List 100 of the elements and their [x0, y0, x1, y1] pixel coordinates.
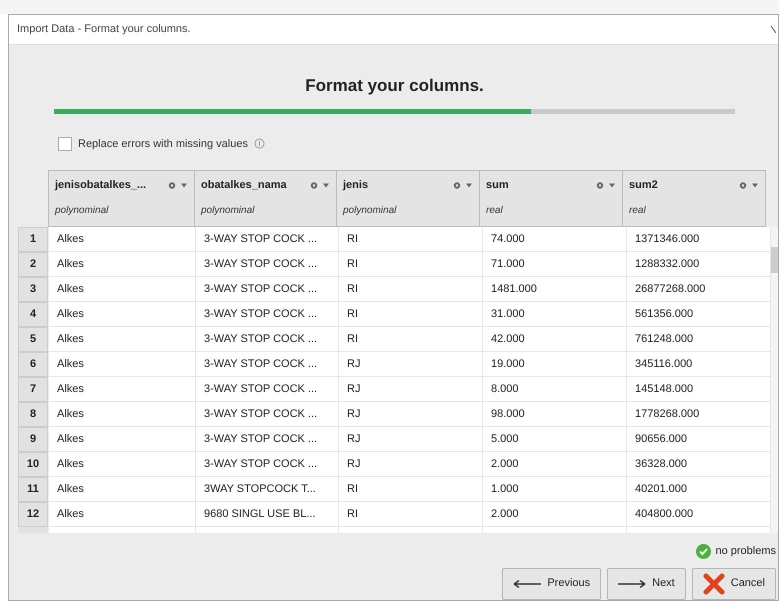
table-cell: 3-WAY STOP COCK ... [196, 327, 339, 352]
table-cell: 3-WAY STOP COCK ... [196, 227, 339, 252]
column-type: polynominal [343, 204, 398, 218]
table-cell: 145148.000 [627, 377, 771, 402]
table-cell: 2.000 [483, 452, 627, 477]
column-name: obatalkes_nama [201, 178, 287, 193]
row-number: 11 [18, 477, 48, 502]
gear-dropdown-icon[interactable] [453, 180, 473, 190]
table-cell: 1481.000 [483, 277, 627, 302]
info-icon [254, 138, 265, 150]
gear-dropdown-icon[interactable] [739, 180, 759, 190]
table-cell: RJ [339, 427, 483, 452]
table-cell: Alkes [49, 427, 196, 452]
column-header[interactable]: jenis polynominal [336, 170, 480, 227]
table-cell: 71.000 [483, 252, 627, 277]
table-cell: Alkes [49, 377, 196, 402]
table-cell: Alkes [49, 352, 196, 377]
row-number: 4 [18, 302, 48, 327]
row-number: 5 [18, 327, 48, 352]
row-number: 10 [18, 452, 48, 477]
table-cell: 3-WAY STOP COCK ... [196, 377, 339, 402]
table-cell: RJ [339, 402, 483, 427]
table-cell: 36328.000 [627, 452, 771, 477]
step-heading: Format your columns. [305, 75, 484, 97]
table-cell: RJ [339, 452, 483, 477]
gear-dropdown-icon[interactable] [168, 180, 188, 190]
table-cell: Alkes [49, 277, 196, 302]
column-type: real [486, 204, 504, 218]
table-cell: 3-WAY STOP COCK ... [196, 352, 339, 377]
column-type: real [629, 204, 647, 218]
previous-button[interactable]: Previous [502, 568, 602, 600]
table-cell: 345116.000 [627, 352, 771, 377]
table-cell: RJ [339, 377, 483, 402]
table-cell: 1778268.000 [627, 402, 771, 427]
column-type: polynominal [201, 204, 256, 218]
column-name: jenisobatalkes_... [55, 178, 146, 193]
table-cell: 19.000 [483, 352, 627, 377]
row-number: 2 [18, 252, 48, 277]
column-name: sum [486, 178, 509, 193]
table-cell: 3-WAY STOP COCK ... [196, 452, 339, 477]
table-cell: RJ [339, 352, 483, 377]
table-cell: RI [339, 277, 483, 302]
column-name: sum2 [629, 178, 658, 193]
table-cell: 3-WAY STOP COCK ... [196, 277, 339, 302]
table-cell: Alkes [49, 227, 196, 252]
gear-dropdown-icon[interactable] [596, 180, 616, 190]
table-cell: RI [339, 327, 483, 352]
table-cell: 5.000 [483, 427, 627, 452]
row-number: 12 [18, 502, 48, 527]
table-cell: 42.000 [483, 327, 627, 352]
table-cell: 98.000 [483, 402, 627, 427]
column-type: polynominal [55, 204, 110, 218]
table-cell: 2.000 [483, 502, 627, 527]
table-cell: 761248.000 [627, 327, 771, 352]
table-cell: 1371346.000 [627, 227, 771, 252]
row-number: 6 [18, 352, 48, 377]
table-cell: 9680 SINGL USE BL... [196, 502, 339, 527]
next-button[interactable]: Next [607, 568, 686, 600]
checkbox-label: Replace errors with missing values [78, 136, 248, 152]
table-cell: 1.000 [483, 477, 627, 502]
table-cell: 3-WAY STOP COCK ... [196, 252, 339, 277]
table-cell: Alkes [49, 302, 196, 327]
table-cell: 3-WAY STOP COCK ... [196, 302, 339, 327]
table-cell: RI [339, 477, 483, 502]
row-number: 8 [18, 402, 48, 427]
table-cell: Alkes [49, 452, 196, 477]
table-cell: Alkes [49, 252, 196, 277]
column-header[interactable]: sum real [479, 170, 623, 227]
arrow-left-icon [513, 580, 542, 588]
column-name: jenis [343, 178, 368, 193]
table-cell: 8.000 [483, 377, 627, 402]
column-header[interactable]: jenisobatalkes_... polynominal [48, 170, 195, 227]
table-cell: RI [339, 502, 483, 527]
check-icon [696, 544, 712, 559]
window-title: Import Data - Format your columns. [17, 22, 191, 38]
table-cell: 40201.000 [627, 477, 771, 502]
cross-icon [702, 572, 725, 594]
gear-dropdown-icon[interactable] [310, 180, 330, 190]
table-cell: 3WAY STOPCOCK T... [196, 477, 339, 502]
table-cell: 3-WAY STOP COCK ... [196, 402, 339, 427]
row-number: 1 [18, 227, 48, 252]
table-cell: Alkes [49, 402, 196, 427]
table-cell: RI [339, 252, 483, 277]
table-cell: 74.000 [483, 227, 627, 252]
cancel-button[interactable]: Cancel [692, 568, 776, 600]
table-cell: 90656.000 [627, 427, 771, 452]
column-header[interactable]: obatalkes_nama polynominal [194, 170, 337, 227]
checkbox[interactable] [58, 136, 72, 151]
table-cell: 26877268.000 [627, 277, 771, 302]
column-header[interactable]: sum2 real [622, 170, 766, 227]
row-number: 3 [18, 277, 48, 302]
table-cell: 561356.000 [627, 302, 771, 327]
status-text: no problems [715, 544, 776, 559]
table-cell: Alkes [49, 502, 196, 527]
table-cell: 3-WAY STOP COCK ... [196, 427, 339, 452]
table-cell: 31.000 [483, 302, 627, 327]
table-cell: RI [339, 227, 483, 252]
arrow-right-icon [618, 580, 646, 588]
table-cell: Alkes [49, 327, 196, 352]
row-number: 9 [18, 427, 48, 452]
